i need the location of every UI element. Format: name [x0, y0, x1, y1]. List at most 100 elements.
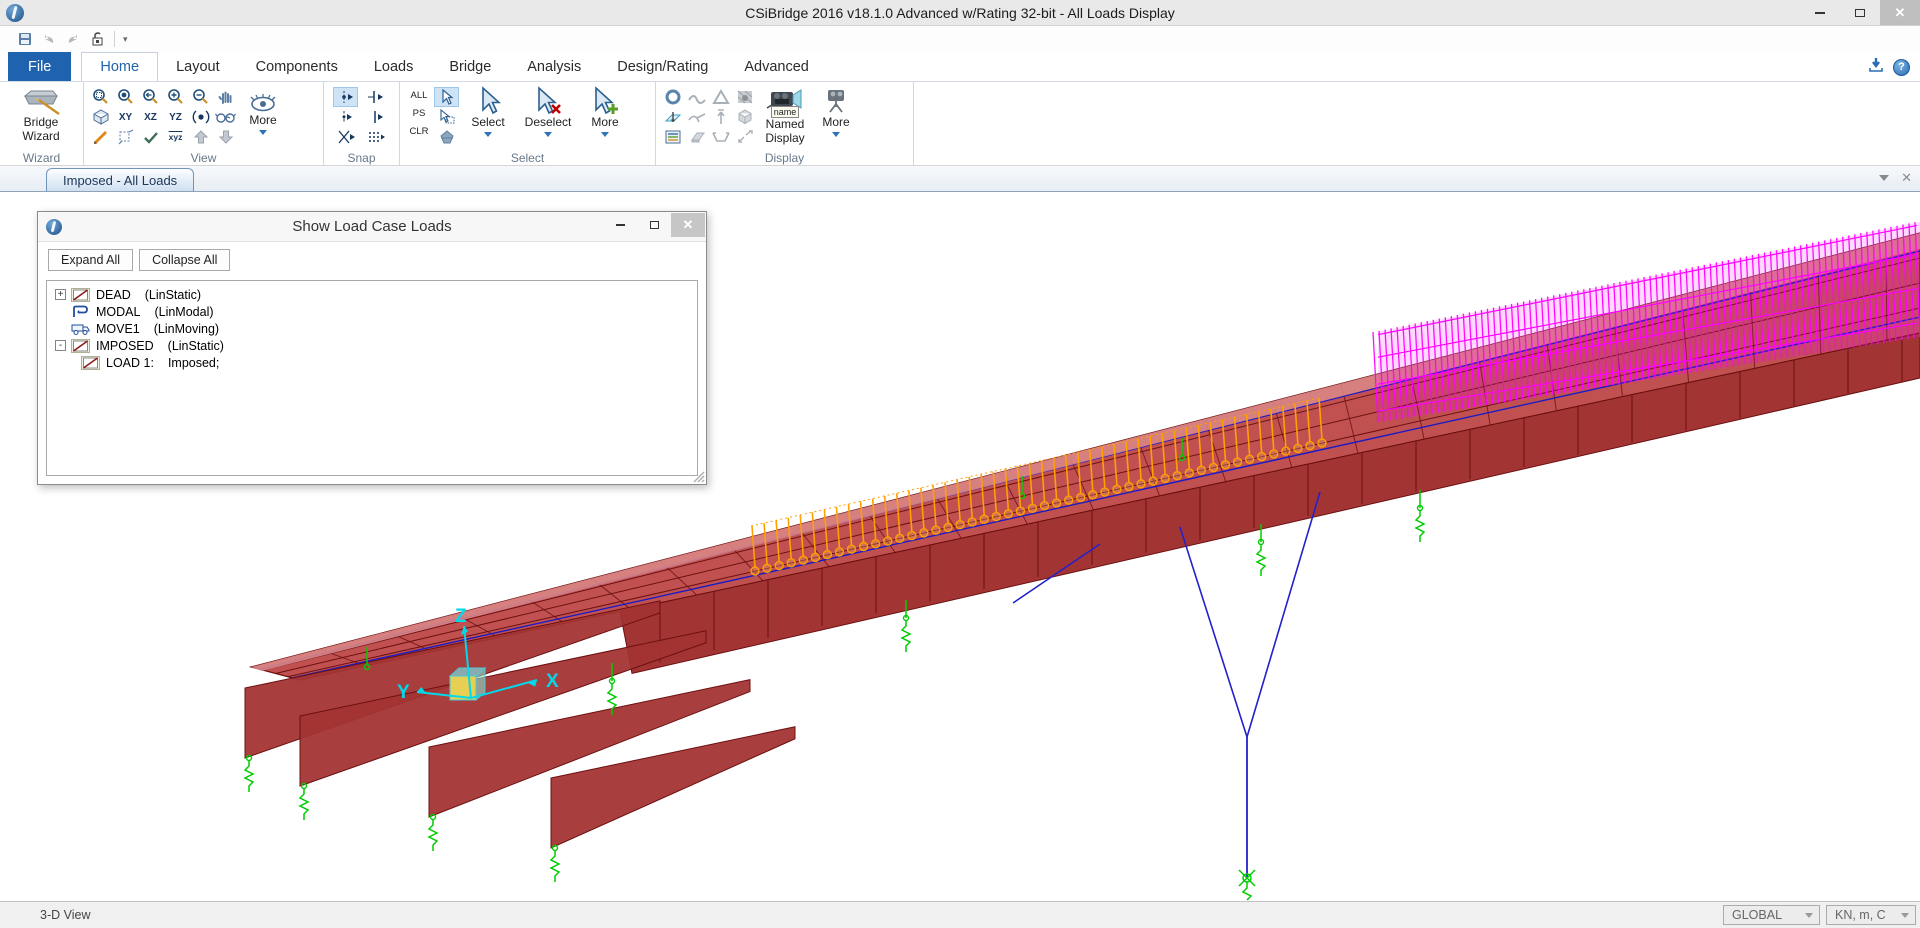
view-tab-imposed-all-loads[interactable]: Imposed - All Loads: [46, 168, 194, 191]
display-bridge-section-icon[interactable]: [708, 127, 733, 147]
tab-layout[interactable]: Layout: [158, 52, 238, 81]
set-limits-icon[interactable]: [113, 127, 138, 147]
move-down-icon[interactable]: [213, 127, 238, 147]
close-button[interactable]: ✕: [1880, 0, 1920, 25]
qat-separator: [114, 31, 115, 47]
dialog-close-button[interactable]: ✕: [671, 213, 705, 237]
display-objects-icon[interactable]: [732, 107, 757, 127]
zoom-in-icon[interactable]: [163, 87, 188, 107]
undo-icon[interactable]: [40, 30, 58, 48]
tree-item-imposed[interactable]: - IMPOSED (LinStatic): [47, 337, 697, 354]
clear-selection-button[interactable]: CLR: [404, 123, 434, 140]
rotate-view-icon[interactable]: [188, 107, 213, 127]
display-tables-icon[interactable]: [660, 127, 685, 147]
dialog-titlebar[interactable]: Show Load Case Loads ✕: [38, 212, 706, 242]
select-button[interactable]: Select: [460, 84, 516, 152]
snap-edges-icon[interactable]: [363, 107, 388, 127]
collapse-icon[interactable]: -: [55, 340, 66, 351]
tree-item-load1[interactable]: LOAD 1: Imposed;: [47, 354, 697, 371]
pan-icon[interactable]: [213, 87, 238, 107]
draw-icon[interactable]: [88, 127, 113, 147]
status-bar: 3-D View GLOBAL KN, m, C: [0, 901, 1920, 928]
named-display-button[interactable]: name Named Display: [756, 84, 814, 152]
maximize-button[interactable]: [1840, 0, 1880, 25]
chevron-down-icon: [544, 132, 552, 137]
tab-components[interactable]: Components: [238, 52, 356, 81]
show-load-case-loads-dialog: Show Load Case Loads ✕ Expand All Collap…: [37, 211, 707, 485]
view-3d-icon[interactable]: [88, 107, 113, 127]
select-more-button[interactable]: More: [580, 84, 630, 152]
tab-analysis[interactable]: Analysis: [509, 52, 599, 81]
deselect-button[interactable]: Deselect: [516, 84, 580, 152]
view-xy-icon[interactable]: XY: [113, 107, 138, 127]
view-yz-icon[interactable]: YZ: [163, 107, 188, 127]
zoom-window-icon[interactable]: [88, 87, 113, 107]
units-select[interactable]: KN, m, C: [1826, 905, 1916, 925]
help-icon[interactable]: ?: [1893, 59, 1910, 76]
axes-xyz-icon[interactable]: xyz: [163, 127, 188, 147]
zoom-previous-icon[interactable]: [138, 87, 163, 107]
display-loads-icon[interactable]: [708, 107, 733, 127]
perspective-icon[interactable]: [213, 107, 238, 127]
coordinate-system-select[interactable]: GLOBAL: [1723, 905, 1820, 925]
dialog-minimize-button[interactable]: [603, 213, 637, 237]
tree-item-move1[interactable]: MOVE1 (LinMoving): [47, 320, 697, 337]
save-icon[interactable]: [16, 30, 34, 48]
select-all-button[interactable]: ALL: [404, 87, 434, 104]
zoom-extents-icon[interactable]: [113, 87, 138, 107]
group-label-display: Display: [656, 151, 913, 165]
dialog-resize-grip[interactable]: [692, 470, 705, 483]
download-icon[interactable]: [1867, 56, 1885, 78]
display-releases-icon[interactable]: [732, 127, 757, 147]
tab-list-chevron-icon[interactable]: [1879, 175, 1889, 181]
display-modes-icon[interactable]: [708, 87, 733, 107]
dialog-maximize-button[interactable]: [637, 213, 671, 237]
tab-advanced[interactable]: Advanced: [726, 52, 827, 81]
window-titlebar: CSiBridge 2016 v18.1.0 Advanced w/Rating…: [0, 0, 1920, 26]
select-previous-button[interactable]: PS: [404, 105, 434, 122]
redo-icon[interactable]: [64, 30, 82, 48]
lock-icon[interactable]: [88, 30, 106, 48]
poly-select-icon[interactable]: [434, 127, 459, 147]
snap-grid-icon[interactable]: [363, 127, 388, 147]
tab-loads[interactable]: Loads: [356, 52, 432, 81]
expand-icon[interactable]: +: [55, 289, 66, 300]
snap-ends-icon[interactable]: [363, 87, 388, 107]
snap-points-icon[interactable]: [333, 87, 358, 107]
expand-all-button[interactable]: Expand All: [48, 249, 133, 271]
pointer-select-icon[interactable]: [434, 87, 459, 107]
close-view-icon[interactable]: ✕: [1901, 171, 1912, 184]
snap-intersections-icon[interactable]: [333, 127, 358, 147]
display-contours-icon[interactable]: [732, 87, 757, 107]
display-joints-icon[interactable]: [660, 87, 685, 107]
display-sections-icon[interactable]: [684, 107, 709, 127]
ribbon: Bridge Wizard Wizard: [0, 82, 1920, 166]
tree-item-modal[interactable]: MODAL (LinModal): [47, 303, 697, 320]
tab-file[interactable]: File: [8, 52, 71, 81]
snap-midpoints-icon[interactable]: [333, 107, 358, 127]
qat-customize-icon[interactable]: ▾: [123, 34, 128, 45]
view-more-button[interactable]: More: [238, 88, 288, 152]
chevron-down-icon: [601, 132, 609, 137]
display-lanes-icon[interactable]: [660, 107, 685, 127]
display-erase-icon[interactable]: [684, 127, 709, 147]
tab-bridge[interactable]: Bridge: [431, 52, 509, 81]
zoom-out-icon[interactable]: [188, 87, 213, 107]
tree-item-dead[interactable]: + DEAD (LinStatic): [47, 286, 697, 303]
display-deformed-icon[interactable]: [684, 87, 709, 107]
marquee-select-icon[interactable]: [434, 107, 459, 127]
tab-design-rating[interactable]: Design/Rating: [599, 52, 726, 81]
tab-home[interactable]: Home: [81, 52, 158, 81]
bridge-wizard-button[interactable]: Bridge Wizard: [4, 84, 78, 144]
ribbon-group-view: XY XZ YZ xyz: [84, 82, 324, 166]
view-xz-icon[interactable]: XZ: [138, 107, 163, 127]
minimize-button[interactable]: [1800, 0, 1840, 25]
static-load-case-icon: [71, 339, 90, 353]
display-more-button[interactable]: More: [814, 84, 858, 152]
check-icon[interactable]: [138, 127, 163, 147]
cursor-x-icon: [533, 86, 563, 116]
group-label-snap: Snap: [324, 151, 399, 165]
collapse-all-button[interactable]: Collapse All: [139, 249, 230, 271]
chevron-down-icon: [484, 132, 492, 137]
move-up-icon[interactable]: [188, 127, 213, 147]
